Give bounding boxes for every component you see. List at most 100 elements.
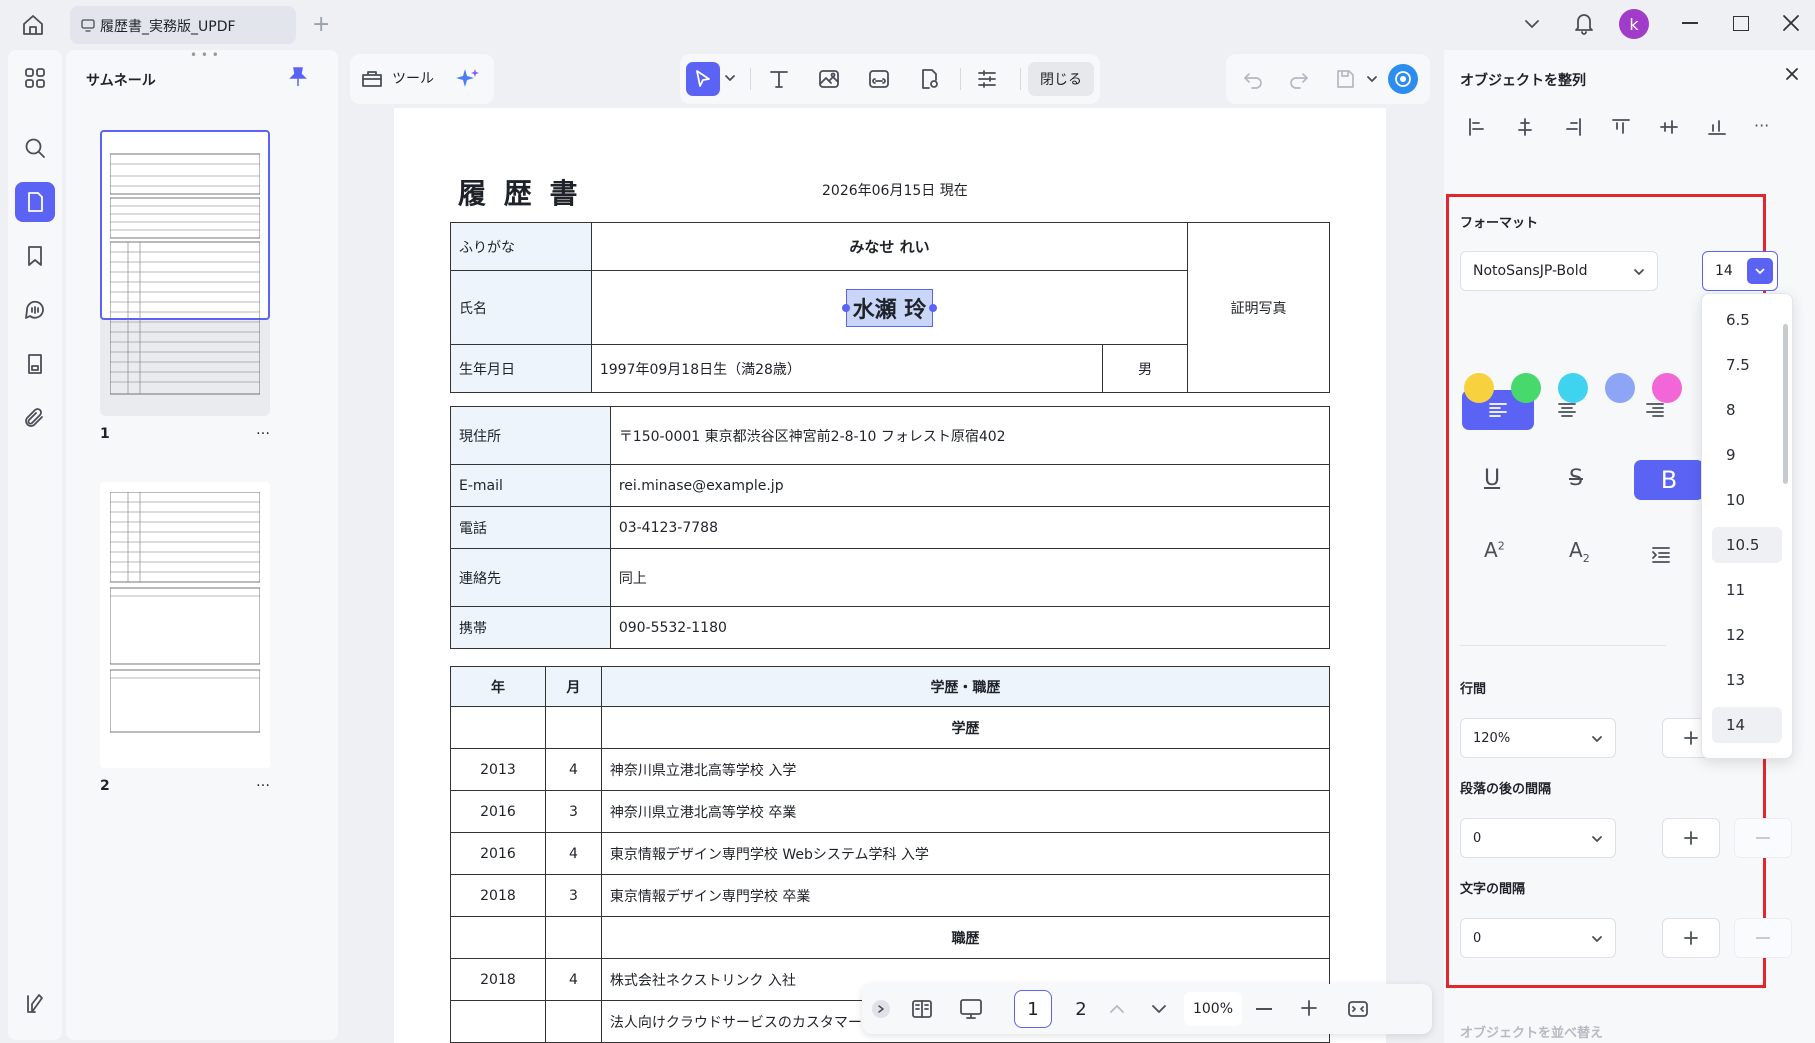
- font-size-option[interactable]: 8: [1712, 392, 1782, 428]
- decrease-paragraph-spacing-button[interactable]: [1734, 818, 1792, 858]
- link-tool-icon[interactable]: [862, 62, 896, 96]
- redo-icon[interactable]: [1282, 62, 1316, 96]
- font-size-select[interactable]: 14: [1702, 251, 1778, 291]
- document-tab[interactable]: 履歴書_実務版_UPDF: [70, 6, 296, 44]
- properties-icon[interactable]: [970, 62, 1004, 96]
- font-size-option[interactable]: 10: [1712, 482, 1782, 518]
- superscript-icon[interactable]: A2: [1484, 538, 1505, 562]
- sidebar-toggle-icon[interactable]: [15, 984, 55, 1024]
- zoom-level[interactable]: 100%: [1184, 992, 1242, 1026]
- indent-icon[interactable]: [1650, 544, 1672, 566]
- font-family-select[interactable]: NotoSansJP-Bold: [1460, 251, 1658, 291]
- font-size-option[interactable]: 11: [1712, 572, 1782, 608]
- furigana-value: みなせ れい: [590, 222, 1189, 271]
- collapse-icon[interactable]: [872, 1000, 890, 1018]
- current-page-button[interactable]: 1: [1014, 990, 1052, 1028]
- close-panel-icon[interactable]: [1784, 66, 1800, 82]
- color-swatch[interactable]: [1605, 373, 1635, 403]
- font-size-option[interactable]: 7.5: [1712, 347, 1782, 383]
- bell-icon[interactable]: [1572, 10, 1596, 36]
- color-swatch[interactable]: [1464, 373, 1494, 403]
- next-page-icon[interactable]: [1148, 998, 1170, 1020]
- align-left-icon[interactable]: [1466, 116, 1488, 138]
- align-bottom-icon[interactable]: [1706, 116, 1728, 138]
- font-size-option[interactable]: 9: [1712, 437, 1782, 473]
- font-size-value: 14: [1715, 263, 1733, 279]
- select-tool-button[interactable]: [686, 62, 720, 96]
- page-layout-icon[interactable]: [910, 997, 934, 1021]
- minimize-icon[interactable]: [1682, 22, 1698, 24]
- pin-icon[interactable]: [288, 66, 308, 88]
- chevron-down-icon[interactable]: [724, 72, 736, 84]
- decrease-char-spacing-button[interactable]: [1734, 918, 1792, 958]
- subscript-icon[interactable]: A2: [1569, 538, 1590, 565]
- save-icon[interactable]: [1328, 62, 1362, 96]
- thumbnail-page-icon[interactable]: [15, 182, 55, 222]
- selected-text-box[interactable]: 水瀬 玲: [841, 288, 938, 327]
- tools-button[interactable]: ツール: [360, 66, 434, 90]
- ai-assistant-icon[interactable]: [1388, 64, 1418, 94]
- strikethrough-icon[interactable]: S: [1569, 466, 1583, 491]
- line-spacing-select[interactable]: 120%: [1460, 718, 1616, 758]
- chevron-down-icon[interactable]: [1522, 14, 1542, 34]
- plus-icon: [1684, 931, 1698, 945]
- tools-label: ツール: [392, 71, 434, 87]
- page-2-button[interactable]: 2: [1062, 990, 1100, 1028]
- color-swatch[interactable]: [1558, 373, 1588, 403]
- font-size-option[interactable]: 6.5: [1712, 302, 1782, 338]
- chevron-down-icon: [1592, 736, 1602, 742]
- page-menu-icon[interactable]: …: [256, 422, 270, 438]
- color-swatch[interactable]: [1652, 373, 1682, 403]
- font-size-option[interactable]: 10.5: [1712, 527, 1782, 563]
- attachment-icon[interactable]: [15, 398, 55, 438]
- doc-title: 履 歴 書: [458, 177, 582, 210]
- ai-sparkle-icon[interactable]: [454, 66, 482, 92]
- increase-char-spacing-button[interactable]: [1662, 918, 1720, 958]
- new-tab-icon[interactable]: +: [312, 12, 330, 37]
- close-icon[interactable]: [1782, 14, 1800, 32]
- zoom-in-icon[interactable]: [1298, 997, 1320, 1019]
- thumbnail-page-1[interactable]: [100, 130, 270, 416]
- font-size-option[interactable]: 12: [1712, 617, 1782, 653]
- zoom-out-icon[interactable]: [1256, 1008, 1272, 1010]
- align-right-icon[interactable]: [1562, 116, 1584, 138]
- comment-icon[interactable]: [15, 290, 55, 330]
- chevron-down-icon[interactable]: [1747, 258, 1773, 284]
- apps-icon[interactable]: [15, 58, 55, 98]
- search-icon[interactable]: [15, 128, 55, 168]
- font-size-option[interactable]: 13: [1712, 662, 1782, 698]
- scrollbar[interactable]: [1783, 324, 1788, 484]
- align-middle-v-icon[interactable]: [1658, 116, 1680, 138]
- resize-handle[interactable]: [841, 303, 850, 312]
- paragraph-spacing-select[interactable]: 0: [1460, 818, 1616, 858]
- maximize-icon[interactable]: [1733, 16, 1749, 31]
- thumbnail-page-2[interactable]: [100, 482, 270, 768]
- bold-icon[interactable]: B: [1634, 460, 1704, 500]
- color-swatch[interactable]: [1511, 373, 1541, 403]
- watermark-tool-icon[interactable]: [912, 62, 946, 96]
- underline-icon[interactable]: U: [1484, 466, 1500, 491]
- image-tool-icon[interactable]: [812, 62, 846, 96]
- contact-table: 現住所 〒150-0001 東京都渋谷区神宮前2-8-10 フォレスト原宿402 …: [450, 406, 1331, 649]
- more-icon[interactable]: ···: [1754, 116, 1769, 135]
- chevron-down-icon[interactable]: [1366, 73, 1378, 85]
- align-top-icon[interactable]: [1610, 116, 1632, 138]
- undo-icon[interactable]: [1236, 62, 1270, 96]
- form-icon[interactable]: [15, 344, 55, 384]
- panel-title: サムネール: [86, 73, 156, 89]
- home-icon[interactable]: [18, 10, 48, 40]
- text-tool-icon[interactable]: [762, 62, 796, 96]
- fit-page-icon[interactable]: [1346, 997, 1370, 1021]
- resize-handle[interactable]: [929, 303, 938, 312]
- increase-paragraph-spacing-button[interactable]: [1662, 818, 1720, 858]
- prev-page-icon[interactable]: [1106, 998, 1128, 1020]
- align-center-h-icon[interactable]: [1514, 116, 1536, 138]
- close-edit-button[interactable]: 閉じる: [1028, 62, 1094, 96]
- bookmark-icon[interactable]: [15, 236, 55, 276]
- font-size-option[interactable]: 14: [1712, 707, 1782, 743]
- presentation-icon[interactable]: [958, 997, 984, 1021]
- drag-handle-icon[interactable]: • • •: [190, 48, 219, 62]
- avatar[interactable]: k: [1619, 9, 1649, 39]
- page-menu-icon[interactable]: …: [256, 774, 270, 790]
- char-spacing-select[interactable]: 0: [1460, 918, 1616, 958]
